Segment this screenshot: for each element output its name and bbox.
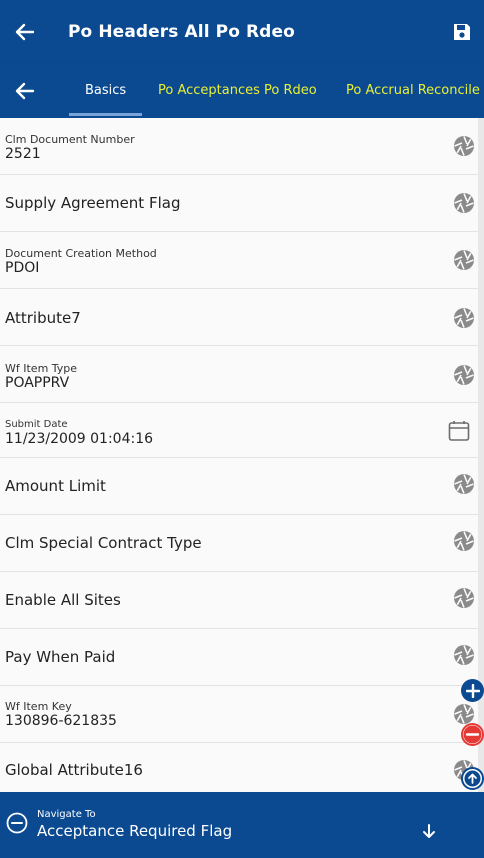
navigate-to-label: Navigate To [37,809,96,820]
field-value: 130896-621835 [5,713,117,729]
page-title: Po Headers All Po Rdeo [68,22,295,42]
aperture-icon[interactable] [453,530,475,552]
field-row-attribute7[interactable]: Attribute7 [0,289,478,346]
field-label: Attribute7 [5,309,81,327]
back-button[interactable] [0,0,50,64]
field-row-enable-all-sites[interactable]: Enable All Sites [0,572,478,629]
field-label: Amount Limit [5,477,106,495]
field-row-clm-document-number[interactable]: Clm Document Number 2521 [0,118,478,175]
field-value: POAPPRV [5,375,70,391]
field-value: 2521 [5,146,41,162]
field-row-wf-item-key[interactable]: Wf Item Key 130896-621835 [0,686,478,743]
active-tab-indicator [69,113,142,116]
app-header: Po Headers All Po Rdeo [0,0,484,64]
aperture-icon[interactable] [453,587,475,609]
aperture-icon[interactable] [453,364,475,386]
aperture-icon[interactable] [453,473,475,495]
add-record-button[interactable] [461,679,484,702]
save-button[interactable] [448,18,476,46]
field-label: Pay When Paid [5,648,116,666]
field-row-global-attribute16[interactable]: Global Attribute16 [0,743,478,792]
field-label: Enable All Sites [5,591,121,609]
field-row-supply-agreement-flag[interactable]: Supply Agreement Flag [0,175,478,232]
field-row-clm-special-contract-type[interactable]: Clm Special Contract Type [0,515,478,572]
field-row-submit-date[interactable]: Submit Date 11/23/2009 01:04:16 [0,403,478,458]
minus-circle-icon[interactable] [6,812,28,834]
field-value: 11/23/2009 01:04:16 [5,431,154,447]
field-label: Document Creation Method [5,247,157,260]
calendar-icon[interactable] [448,420,470,442]
tab-bar: Basics Po Acceptances Po Rdeo Po Accrual… [0,64,484,118]
field-label: Global Attribute16 [5,761,143,779]
arrow-left-icon [15,82,35,100]
field-row-document-creation-method[interactable]: Document Creation Method PDOI [0,232,478,289]
arrow-up-icon [464,770,481,787]
arrow-down-icon[interactable] [420,822,438,840]
field-row-amount-limit[interactable]: Amount Limit [0,458,478,515]
minus-icon [463,725,482,744]
aperture-icon[interactable] [453,307,475,329]
tab-back-button[interactable] [0,64,50,118]
field-row-wf-item-type[interactable]: Wf Item Type POAPPRV [0,346,478,403]
aperture-icon[interactable] [453,703,475,725]
plus-icon [465,683,480,698]
tab-basics[interactable]: Basics [85,64,126,118]
field-value: PDOI [5,260,40,276]
field-label: Wf Item Key [5,700,72,713]
field-label: Clm Special Contract Type [5,534,202,552]
field-label: Supply Agreement Flag [5,194,181,212]
aperture-icon[interactable] [453,644,475,666]
field-label: Clm Document Number [5,133,135,146]
navigate-to-value[interactable]: Acceptance Required Flag [37,822,232,840]
field-list: Clm Document Number 2521 Supply Agreemen… [0,118,478,792]
aperture-icon[interactable] [453,192,475,214]
remove-record-button[interactable] [461,723,484,746]
tab-po-accrual-reconcile[interactable]: Po Accrual Reconcile [346,64,480,118]
aperture-icon[interactable] [453,135,475,157]
field-label: Wf Item Type [5,362,78,375]
save-icon [454,24,470,40]
field-label: Submit Date [5,419,68,430]
field-row-pay-when-paid[interactable]: Pay When Paid [0,629,478,686]
arrow-left-icon [15,23,35,41]
navigate-to-bar[interactable]: Navigate To Acceptance Required Flag [0,792,484,858]
tab-po-acceptances[interactable]: Po Acceptances Po Rdeo [158,64,317,118]
scroll-to-top-button[interactable] [461,767,484,790]
aperture-icon[interactable] [453,249,475,271]
